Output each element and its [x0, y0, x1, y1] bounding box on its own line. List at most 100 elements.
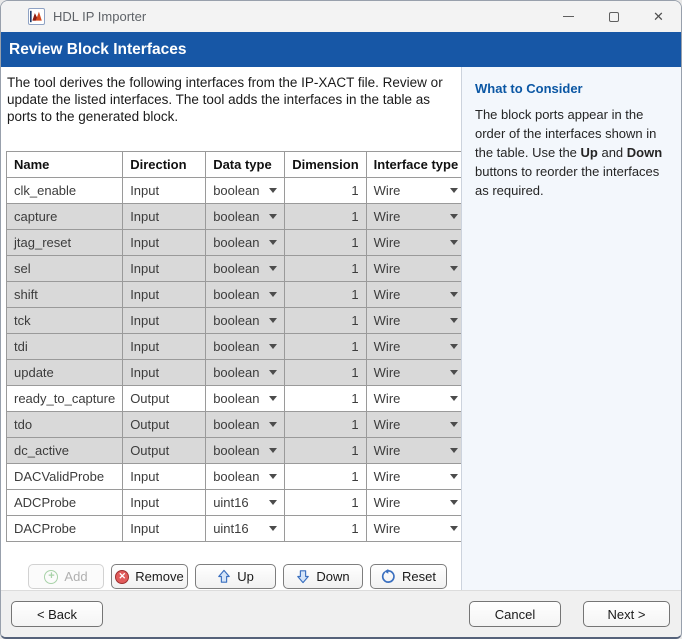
close-button[interactable]: ✕ [636, 1, 681, 32]
table-row[interactable]: tdoOutputboolean1Wire [7, 412, 466, 438]
dropdown-arrow-icon[interactable] [450, 370, 458, 375]
cell-dimension[interactable]: 1 [285, 282, 366, 308]
cell-dimension[interactable]: 1 [285, 412, 366, 438]
dropdown-arrow-icon[interactable] [450, 266, 458, 271]
dropdown-arrow-icon[interactable] [269, 214, 277, 219]
cell-data-type[interactable]: boolean [206, 178, 285, 204]
cell-interface-type[interactable]: Wire [366, 464, 466, 490]
dropdown-arrow-icon[interactable] [450, 344, 458, 349]
cell-data-type[interactable]: boolean [206, 308, 285, 334]
cell-data-type[interactable]: boolean [206, 438, 285, 464]
cell-name[interactable]: update [7, 360, 123, 386]
dropdown-arrow-icon[interactable] [450, 526, 458, 531]
cell-data-type[interactable]: boolean [206, 360, 285, 386]
cell-dimension[interactable]: 1 [285, 464, 366, 490]
cell-interface-type[interactable]: Wire [366, 178, 466, 204]
dropdown-arrow-icon[interactable] [450, 292, 458, 297]
cell-dimension[interactable]: 1 [285, 490, 366, 516]
back-button[interactable]: < Back [11, 601, 103, 627]
cell-interface-type[interactable]: Wire [366, 256, 466, 282]
table-row[interactable]: captureInputboolean1Wire [7, 204, 466, 230]
cell-data-type[interactable]: boolean [206, 334, 285, 360]
table-row[interactable]: dc_activeOutputboolean1Wire [7, 438, 466, 464]
cell-dimension[interactable]: 1 [285, 334, 366, 360]
cell-dimension[interactable]: 1 [285, 438, 366, 464]
down-button[interactable]: Down [283, 564, 363, 589]
cell-name[interactable]: ready_to_capture [7, 386, 123, 412]
dropdown-arrow-icon[interactable] [269, 318, 277, 323]
dropdown-arrow-icon[interactable] [269, 474, 277, 479]
dropdown-arrow-icon[interactable] [269, 448, 277, 453]
table-row[interactable]: DACValidProbeInputboolean1Wire [7, 464, 466, 490]
table-row[interactable]: ready_to_captureOutputboolean1Wire [7, 386, 466, 412]
table-row[interactable]: DACProbeInputuint161Wire [7, 516, 466, 542]
cell-name[interactable]: tdo [7, 412, 123, 438]
cell-name[interactable]: clk_enable [7, 178, 123, 204]
table-row[interactable]: selInputboolean1Wire [7, 256, 466, 282]
cell-data-type[interactable]: boolean [206, 256, 285, 282]
cell-dimension[interactable]: 1 [285, 360, 366, 386]
dropdown-arrow-icon[interactable] [450, 214, 458, 219]
cell-name[interactable]: ADCProbe [7, 490, 123, 516]
cell-interface-type[interactable]: Wire [366, 230, 466, 256]
dropdown-arrow-icon[interactable] [269, 344, 277, 349]
cell-data-type[interactable]: boolean [206, 230, 285, 256]
dropdown-arrow-icon[interactable] [450, 240, 458, 245]
minimize-button[interactable] [546, 1, 591, 32]
cell-name[interactable]: dc_active [7, 438, 123, 464]
cell-name[interactable]: DACValidProbe [7, 464, 123, 490]
cell-interface-type[interactable]: Wire [366, 386, 466, 412]
table-row[interactable]: clk_enableInputboolean1Wire [7, 178, 466, 204]
cell-data-type[interactable]: boolean [206, 412, 285, 438]
next-button[interactable]: Next > [583, 601, 670, 627]
maximize-button[interactable] [591, 1, 636, 32]
dropdown-arrow-icon[interactable] [269, 500, 277, 505]
cell-interface-type[interactable]: Wire [366, 204, 466, 230]
reset-button[interactable]: Reset [370, 564, 447, 589]
cancel-button[interactable]: Cancel [469, 601, 561, 627]
cell-dimension[interactable]: 1 [285, 178, 366, 204]
cell-interface-type[interactable]: Wire [366, 334, 466, 360]
table-row[interactable]: ADCProbeInputuint161Wire [7, 490, 466, 516]
cell-data-type[interactable]: uint16 [206, 490, 285, 516]
table-row[interactable]: jtag_resetInputboolean1Wire [7, 230, 466, 256]
cell-interface-type[interactable]: Wire [366, 412, 466, 438]
dropdown-arrow-icon[interactable] [269, 240, 277, 245]
cell-dimension[interactable]: 1 [285, 230, 366, 256]
cell-dimension[interactable]: 1 [285, 386, 366, 412]
cell-data-type[interactable]: uint16 [206, 516, 285, 542]
cell-data-type[interactable]: boolean [206, 204, 285, 230]
table-row[interactable]: shiftInputboolean1Wire [7, 282, 466, 308]
cell-dimension[interactable]: 1 [285, 256, 366, 282]
cell-interface-type[interactable]: Wire [366, 438, 466, 464]
cell-name[interactable]: tdi [7, 334, 123, 360]
dropdown-arrow-icon[interactable] [269, 266, 277, 271]
cell-dimension[interactable]: 1 [285, 308, 366, 334]
dropdown-arrow-icon[interactable] [450, 318, 458, 323]
cell-name[interactable]: DACProbe [7, 516, 123, 542]
dropdown-arrow-icon[interactable] [269, 526, 277, 531]
cell-name[interactable]: sel [7, 256, 123, 282]
dropdown-arrow-icon[interactable] [269, 422, 277, 427]
remove-button[interactable]: ✕ Remove [111, 564, 188, 589]
dropdown-arrow-icon[interactable] [450, 500, 458, 505]
cell-interface-type[interactable]: Wire [366, 490, 466, 516]
cell-data-type[interactable]: boolean [206, 386, 285, 412]
cell-dimension[interactable]: 1 [285, 204, 366, 230]
table-row[interactable]: updateInputboolean1Wire [7, 360, 466, 386]
dropdown-arrow-icon[interactable] [450, 474, 458, 479]
dropdown-arrow-icon[interactable] [269, 188, 277, 193]
cell-data-type[interactable]: boolean [206, 282, 285, 308]
cell-interface-type[interactable]: Wire [366, 282, 466, 308]
cell-data-type[interactable]: boolean [206, 464, 285, 490]
cell-name[interactable]: shift [7, 282, 123, 308]
cell-dimension[interactable]: 1 [285, 516, 366, 542]
dropdown-arrow-icon[interactable] [269, 370, 277, 375]
dropdown-arrow-icon[interactable] [450, 188, 458, 193]
cell-name[interactable]: tck [7, 308, 123, 334]
dropdown-arrow-icon[interactable] [269, 292, 277, 297]
dropdown-arrow-icon[interactable] [450, 422, 458, 427]
cell-name[interactable]: jtag_reset [7, 230, 123, 256]
dropdown-arrow-icon[interactable] [269, 396, 277, 401]
cell-name[interactable]: capture [7, 204, 123, 230]
